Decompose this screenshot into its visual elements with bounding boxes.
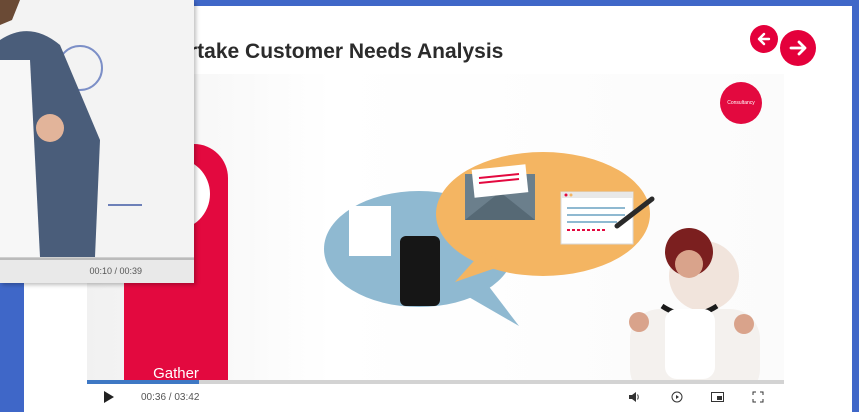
slide-title: rtake Customer Needs Analysis	[189, 40, 504, 63]
form-window	[560, 191, 634, 245]
document-card	[349, 206, 391, 256]
presenter-pip-image	[0, 0, 194, 257]
pip-controls: 00:10 / 00:39	[0, 257, 194, 283]
arrow-left-icon	[757, 32, 771, 46]
video-controls: 00:36 / 03:42	[87, 384, 784, 410]
pip-icon[interactable]	[711, 391, 724, 403]
play-icon[interactable]	[103, 391, 115, 403]
phone-shape	[400, 236, 440, 306]
fullscreen-icon[interactable]	[752, 391, 764, 403]
previous-button[interactable]	[750, 25, 778, 53]
arrow-right-icon	[789, 40, 807, 56]
volume-icon[interactable]	[628, 391, 640, 403]
pip-progress-track[interactable]	[0, 258, 194, 260]
video-time: 00:36 / 03:42	[141, 392, 200, 403]
presenter-pip-video[interactable]: 00:10 / 00:39	[0, 0, 194, 283]
pip-time: 00:10 / 00:39	[89, 266, 142, 276]
presenter	[629, 228, 760, 380]
next-button[interactable]	[780, 30, 816, 66]
speed-icon[interactable]	[671, 391, 683, 403]
